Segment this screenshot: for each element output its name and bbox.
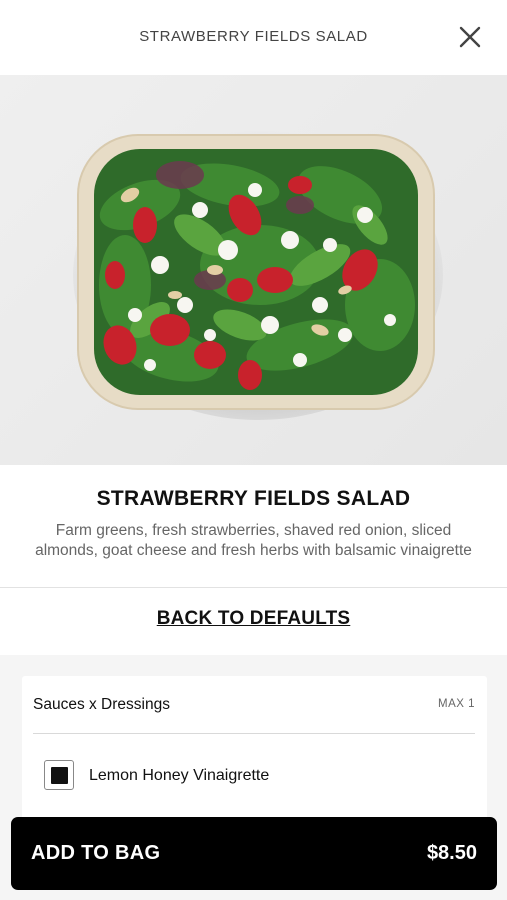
header: STRAWBERRY FIELDS SALAD [0, 0, 507, 75]
product-title: STRAWBERRY FIELDS SALAD [96, 487, 411, 510]
max-selection-label: MAX 1 [437, 698, 475, 710]
option-group-title: Sauces x Dressings [33, 696, 170, 713]
back-to-defaults-link[interactable]: BACK TO DEFAULTS [0, 608, 507, 630]
option-checkbox[interactable] [44, 760, 74, 790]
product-image [0, 75, 507, 465]
checkbox-checked-mark [51, 767, 68, 784]
header-title: STRAWBERRY FIELDS SALAD [139, 28, 368, 45]
product-details: STRAWBERRY FIELDS SALAD Farm greens, fre… [0, 465, 507, 655]
add-to-bag-label: ADD TO BAG [31, 842, 161, 864]
salad-photo [73, 130, 443, 420]
price-label: $8.50 [426, 842, 477, 864]
close-icon [459, 26, 481, 48]
dressing-options-card: Sauces x Dressings MAX 1 Lemon Honey Vin… [22, 676, 487, 826]
product-description: Farm greens, fresh strawberries, shaved … [35, 522, 472, 559]
add-to-bag-button[interactable]: ADD TO BAG $8.50 [11, 817, 497, 890]
option-label: Lemon Honey Vinaigrette [89, 767, 270, 784]
divider [0, 587, 507, 588]
card-divider [33, 733, 475, 734]
option-lemon-honey-vinaigrette[interactable]: Lemon Honey Vinaigrette [44, 759, 464, 793]
close-button[interactable] [457, 24, 483, 50]
